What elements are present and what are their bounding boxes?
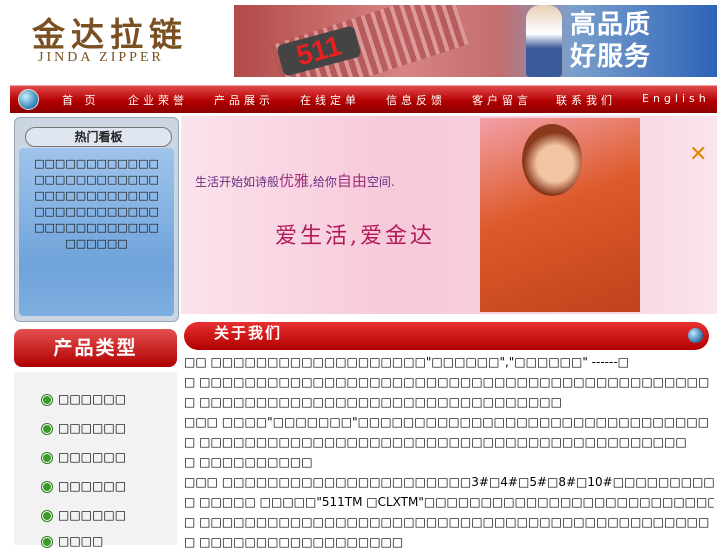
- product-type-item[interactable]: □□□□□□: [42, 421, 126, 435]
- banner-slogan-line-1: 高品质: [570, 10, 652, 40]
- product-types-list: □□□□□□ □□□□□□ □□□□□□ □□□□□□ □□□□□□ □□□□: [14, 372, 177, 548]
- banner-slogan: 高品质 好服务: [570, 9, 651, 73]
- nav-home[interactable]: 首 页: [62, 92, 100, 108]
- about-line: □ □□□□□ □□□□□"511TM □CLXTM"□□□□□□□□□□□□□…: [184, 495, 714, 509]
- globe-icon: [18, 89, 39, 110]
- about-line: □□ □□□□□□□□□□□□□□□□□□□"□□□□□□","□□□□□□" …: [184, 355, 629, 369]
- bullet-icon: [42, 536, 52, 547]
- logo[interactable]: 金达拉链 JINDA ZIPPER: [10, 0, 232, 80]
- product-type-item[interactable]: □□□□□□: [42, 450, 126, 464]
- about-line: □□□ □□□□□□□□□□□□□□□□□□□□□□3#□4#□5#□8#□10…: [184, 475, 714, 489]
- hot-board-title: 热门看板: [25, 127, 172, 147]
- banner-model-image: [526, 5, 562, 77]
- bullet-icon: [42, 394, 52, 405]
- nav-guestbook[interactable]: 客户留言: [472, 92, 532, 108]
- product-type-label: □□□□□□: [58, 450, 127, 464]
- bullet-icon: [42, 510, 52, 521]
- product-type-label: □□□□□□: [58, 479, 127, 493]
- logo-english: JINDA ZIPPER: [38, 50, 164, 65]
- about-line: □□□ □□□□"□□□□□□□"□□□□□□□□□□□□□□□□□□□□□□□…: [184, 415, 710, 429]
- about-line: □ □□□□□□□□□□: [184, 455, 313, 469]
- nav-english[interactable]: English: [642, 92, 710, 105]
- bullet-icon: [42, 423, 52, 434]
- hero-tagline: 生活开始如诗般优雅,给你自由空间.: [195, 172, 395, 190]
- bullet-icon: [42, 481, 52, 492]
- hero-slogan: 爱生活,爱金达: [275, 224, 435, 249]
- decorative-flourish-icon: ✕: [689, 142, 708, 167]
- hot-board-body: □□□□□□□□□□□□□□□□□□□□□□□□□□□□□□□□□□□□□□□□…: [19, 148, 174, 316]
- hero-model-photo: [480, 118, 640, 312]
- about-text: □□ □□□□□□□□□□□□□□□□□□□"□□□□□□","□□□□□□" …: [184, 352, 714, 552]
- about-line: □ □□□□□□□□□□□□□□□□□□□□□□□□□□□□□□□□□□□□□□…: [184, 435, 687, 449]
- hot-board: 热门看板 □□□□□□□□□□□□□□□□□□□□□□□□□□□□□□□□□□□…: [14, 117, 179, 322]
- hot-board-text: □□□□□□□□□□□□□□□□□□□□□□□□□□□□□□□□□□□□□□□□…: [34, 157, 159, 250]
- nav-feedback[interactable]: 信息反馈: [386, 92, 446, 108]
- about-line: □ □□□□□□□□□□□□□□□□□□□□□□□□□□□□□□□□□□□□□□…: [184, 375, 710, 389]
- bullet-icon: [42, 452, 52, 463]
- nav-products[interactable]: 产品展示: [214, 92, 274, 108]
- product-types-title: 产品类型: [14, 329, 177, 367]
- about-title: 关于我们: [214, 324, 283, 342]
- product-type-item[interactable]: □□□□□□: [42, 508, 126, 522]
- about-line: □ □□□□□□□□□□□□□□□□□□: [184, 535, 404, 549]
- banner-slogan-line-2: 好服务: [570, 42, 652, 72]
- product-type-item[interactable]: □□□□: [42, 534, 103, 548]
- main-nav: 首 页 企业荣誉 产品展示 在线定单 信息反馈 客户留言 联系我们 Englis…: [10, 85, 717, 113]
- hero-banner: 生活开始如诗般优雅,给你自由空间. 爱生活,爱金达 ✕: [181, 116, 717, 314]
- nav-contact[interactable]: 联系我们: [556, 92, 616, 108]
- product-type-label: □□□□: [58, 534, 104, 548]
- about-header: 关于我们: [184, 322, 709, 350]
- about-line: □ □□□□□□□□□□□□□□□□□□□□□□□□□□□□□□□□: [184, 395, 562, 409]
- product-type-label: □□□□□□: [58, 392, 127, 406]
- header-banner: 511 高品质 好服务: [234, 5, 717, 77]
- product-type-label: □□□□□□: [58, 508, 127, 522]
- globe-icon: [688, 328, 703, 343]
- product-type-label: □□□□□□: [58, 421, 127, 435]
- logo-chinese: 金达拉链: [32, 15, 188, 54]
- model-head: [522, 124, 582, 196]
- nav-online-order[interactable]: 在线定单: [300, 92, 360, 108]
- about-line: □ □□□□□□□□□□□□□□□□□□□□□□□□□□□□□□□□□□□□□□…: [184, 515, 710, 529]
- product-type-item[interactable]: □□□□□□: [42, 392, 126, 406]
- product-type-item[interactable]: □□□□□□: [42, 479, 126, 493]
- nav-honors[interactable]: 企业荣誉: [128, 92, 188, 108]
